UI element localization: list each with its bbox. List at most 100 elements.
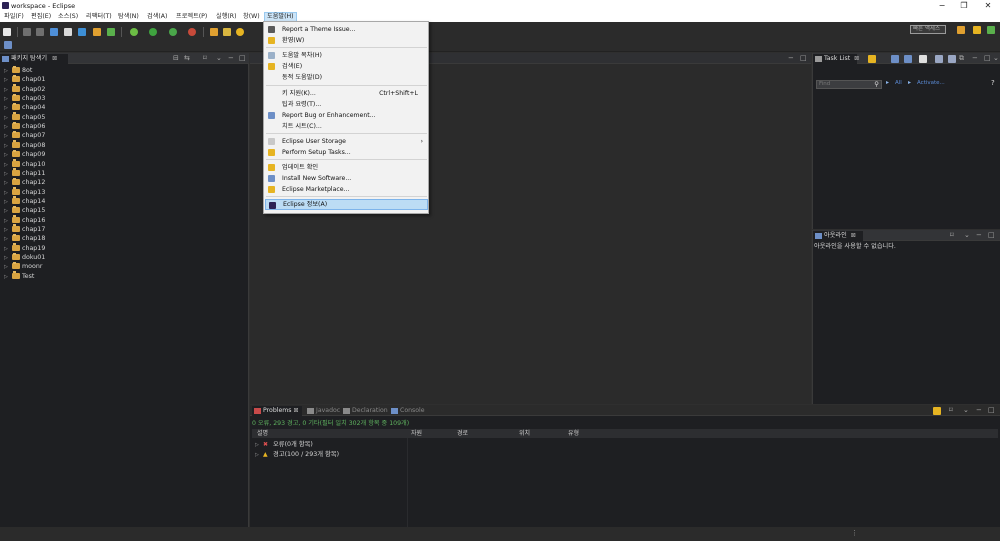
menu-navigate[interactable]: 탐색(N) (116, 12, 141, 22)
menu-item-eclipse-user-storage[interactable]: Eclipse User Storage › (265, 136, 428, 147)
tree-item[interactable]: ▷ chap02 (4, 84, 45, 94)
link-with-editor-icon[interactable]: ⇆ (184, 53, 190, 63)
tree-item[interactable]: ▷ chap13 (4, 187, 45, 197)
java-ee-perspective-icon[interactable] (973, 26, 981, 34)
open-perspective-icon[interactable] (957, 26, 965, 34)
column-resource[interactable]: 자원 (411, 429, 422, 438)
tree-item[interactable]: ▷ chap12 (4, 177, 45, 187)
menu-item-report-bug-or-enhancement[interactable]: Report Bug or Enhancement... (265, 110, 428, 121)
tab-outline[interactable]: 아웃라인 ⊠ (813, 231, 863, 241)
task-find-input[interactable]: Find ⚲ (816, 80, 882, 89)
tree-item[interactable]: ▷ doku01 (4, 252, 45, 262)
java-perspective-icon[interactable] (987, 26, 995, 34)
tree-item[interactable]: ▷ chap05 (4, 112, 45, 122)
activate-arrow-icon[interactable]: ▸ (908, 79, 911, 86)
minimize-view-icon[interactable]: − (976, 405, 982, 415)
maximize-view-icon[interactable]: □ (984, 53, 991, 63)
menu-item-install-new-software[interactable]: Install New Software... (265, 173, 428, 184)
categorize-icon[interactable] (891, 55, 899, 63)
menu-search[interactable]: 검색(A) (145, 12, 169, 22)
help-menu-item[interactable]: 업데이트 확인 (265, 162, 428, 173)
tree-item[interactable]: ▷ chap17 (4, 224, 45, 234)
open-task-icon[interactable] (223, 28, 231, 36)
hide-completed-icon[interactable] (935, 55, 943, 63)
tree-item[interactable]: ▷ chap09 (4, 149, 45, 159)
view-menu-chevron-icon[interactable]: ⌄ (964, 230, 970, 240)
menu-edit[interactable]: 편집(E) (29, 12, 53, 22)
menu-file[interactable]: 파일(F) (2, 12, 26, 22)
column-location[interactable]: 위치 (519, 429, 530, 438)
minimize-view-icon[interactable]: − (228, 53, 234, 63)
tree-item[interactable]: ▷ chap15 (4, 205, 45, 215)
tree-item[interactable]: ▷ chap19 (4, 243, 45, 253)
menu-item-w[interactable]: 환영(W) (265, 35, 428, 46)
column-description[interactable]: 설명 (257, 429, 268, 438)
menu-item-c[interactable]: 치트 시트(C)... (265, 121, 428, 132)
tree-item[interactable]: ▷ chap11 (4, 168, 45, 178)
menu-window[interactable]: 창(W) (241, 12, 262, 22)
quick-access-field[interactable]: 빠른 액세스 (910, 25, 946, 34)
open-type-icon[interactable] (78, 28, 86, 36)
tab-package-explorer[interactable]: 패키지 탐색기 ⊠ (0, 54, 68, 64)
tree-item[interactable]: ▷ chap10 (4, 159, 45, 169)
minimize-view-icon[interactable]: − (972, 53, 978, 63)
new-class-icon[interactable] (107, 28, 115, 36)
tree-item[interactable]: ▷ chap14 (4, 196, 45, 206)
tab-problems[interactable]: Problems ⊠ (252, 406, 302, 416)
expand-arrow-icon[interactable]: ▷ (255, 451, 263, 460)
menu-item-perform-setup-tasks[interactable]: Perform Setup Tasks... (265, 147, 428, 158)
save-icon[interactable] (23, 28, 31, 36)
column-type[interactable]: 유형 (568, 429, 579, 438)
view-menu-icon[interactable]: ⌑ (949, 405, 953, 415)
next-annotation-icon[interactable] (4, 41, 12, 49)
maximize-editor-icon[interactable]: □ (800, 53, 807, 63)
focus-icon[interactable] (919, 55, 927, 63)
problem-group-row[interactable]: ▷ ▲ 경고(100 / 293개 항목) (255, 450, 339, 459)
maximize-view-icon[interactable]: □ (239, 53, 246, 63)
new-package-icon[interactable] (93, 28, 101, 36)
minimize-button[interactable]: − (931, 0, 953, 11)
menu-item-eclipse-marketplace[interactable]: Eclipse Marketplace... (265, 184, 428, 195)
menu-item-eclipse-a[interactable]: Eclipse 정보(A) (265, 199, 428, 211)
tree-item[interactable]: ▷ 8ot (4, 65, 32, 75)
close-tab-icon[interactable]: ⊠ (292, 407, 298, 414)
help-icon[interactable]: ? (991, 79, 995, 87)
debug-icon[interactable] (130, 28, 138, 36)
new-task-icon[interactable] (868, 55, 876, 63)
menu-item-k[interactable]: 키 지원(K)... Ctrl+Shift+L (265, 88, 428, 99)
view-menu-chevron-icon[interactable]: ⌄ (993, 53, 999, 63)
tree-item[interactable]: ▷ chap01 (4, 74, 45, 84)
task-activate-link[interactable]: Activate... (917, 80, 945, 86)
view-menu-icon[interactable]: ⌑ (950, 230, 954, 240)
problem-group-row[interactable]: ▷ ✖ 오류(0개 항목) (255, 440, 313, 449)
tree-item[interactable]: ▷ chap04 (4, 102, 45, 112)
menu-item-h[interactable]: 도움말 목차(H) (265, 50, 428, 61)
tab-declaration[interactable]: Declaration (341, 406, 388, 416)
filter-icon[interactable] (904, 55, 912, 63)
collapse-all-icon[interactable]: ⊟ (173, 53, 179, 63)
minimize-view-icon[interactable]: − (976, 230, 982, 240)
close-button[interactable]: ✕ (977, 0, 999, 11)
menu-source[interactable]: 소스(S) (56, 12, 80, 22)
tree-item[interactable]: ▷ chap03 (4, 93, 45, 103)
maximize-button[interactable]: ❐ (953, 0, 975, 11)
expand-arrow-icon[interactable]: ▷ (4, 273, 12, 282)
tree-item[interactable]: ▷ chap06 (4, 121, 45, 131)
save-all-icon[interactable] (36, 28, 44, 36)
tab-javadoc[interactable]: Javadoc (305, 406, 340, 416)
run-icon[interactable] (149, 28, 157, 36)
task-all-link[interactable]: All (895, 80, 902, 86)
close-tab-icon[interactable]: ⊠ (854, 55, 859, 62)
menu-item-d[interactable]: 동적 도움말(D) (265, 72, 428, 83)
synchronize-icon[interactable]: ⧉ (959, 53, 964, 63)
external-tools-icon[interactable] (188, 28, 196, 36)
tab-console[interactable]: Console (389, 406, 425, 416)
close-tab-icon[interactable]: ⊠ (851, 232, 856, 239)
view-menu-icon[interactable]: ⌑ (203, 53, 207, 63)
tree-item[interactable]: ▷ chap18 (4, 233, 45, 243)
collapse-tasks-icon[interactable] (948, 55, 956, 63)
menu-project[interactable]: 프로젝트(P) (174, 12, 209, 22)
tab-task-list[interactable]: Task List ⊠ (813, 54, 859, 64)
terminal-icon[interactable] (50, 28, 58, 36)
column-path[interactable]: 경로 (457, 429, 468, 438)
